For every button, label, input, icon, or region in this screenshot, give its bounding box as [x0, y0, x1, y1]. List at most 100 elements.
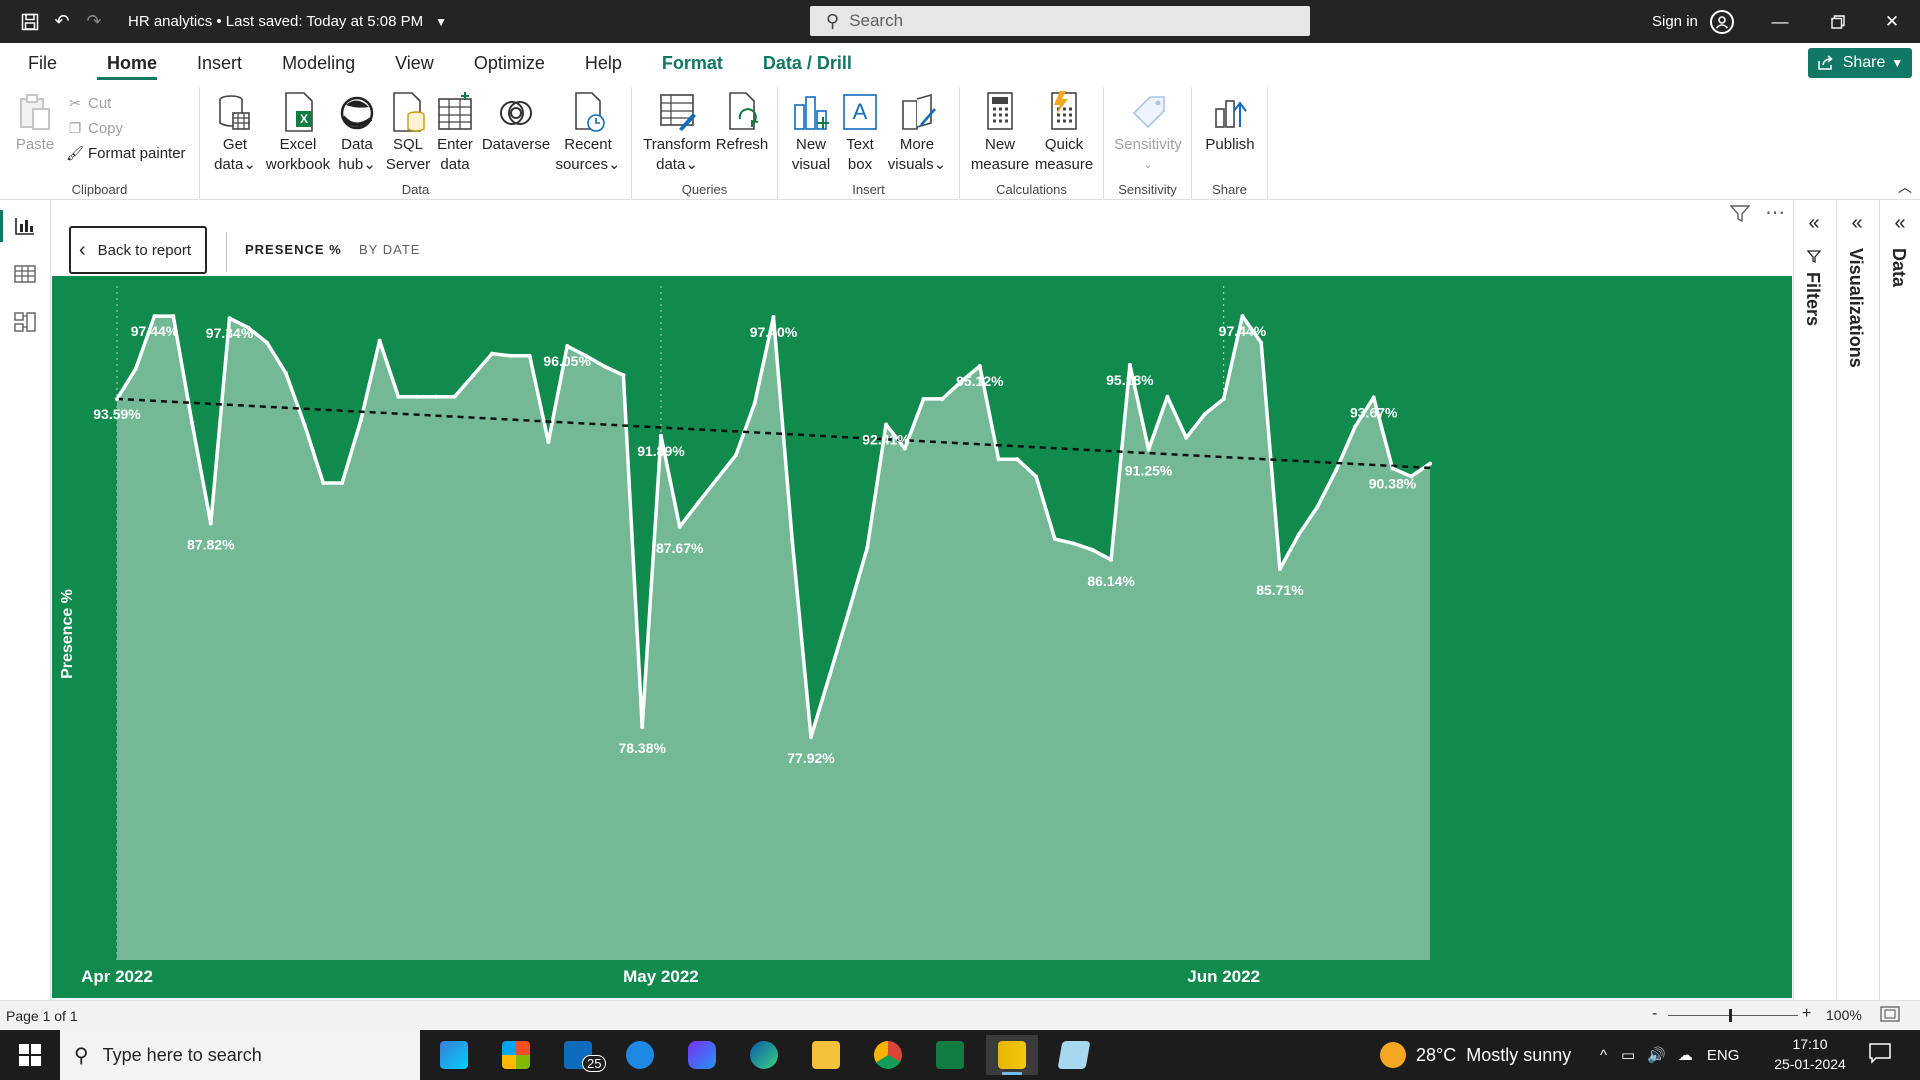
data-point[interactable]: [340, 480, 345, 485]
taskbar-search-input[interactable]: ⚲ Type here to search: [60, 1030, 420, 1080]
data-point[interactable]: [921, 396, 926, 401]
copy-button[interactable]: ❐ Copy: [66, 120, 123, 137]
data-point[interactable]: [733, 452, 738, 457]
data-point[interactable]: [1127, 362, 1132, 367]
share-button[interactable]: Share ▼: [1808, 48, 1912, 78]
data-point[interactable]: [1371, 395, 1376, 400]
data-point[interactable]: [508, 353, 513, 358]
data-point[interactable]: [358, 418, 363, 423]
text-box-button[interactable]: A Text box: [836, 91, 884, 175]
data-point[interactable]: [1409, 474, 1414, 479]
data-point[interactable]: [283, 371, 288, 376]
data-point[interactable]: [1052, 537, 1057, 542]
data-point[interactable]: [1390, 466, 1395, 471]
chevron-down-icon[interactable]: ▼: [435, 15, 447, 29]
enter-data-button[interactable]: Enter data: [432, 91, 478, 175]
data-point[interactable]: [471, 373, 476, 378]
zoom-slider-thumb[interactable]: [1729, 1009, 1732, 1022]
data-point[interactable]: [1221, 396, 1226, 401]
data-point[interactable]: [771, 314, 776, 319]
weather-widget[interactable]: 28°C Mostly sunny: [1380, 1030, 1571, 1080]
data-point[interactable]: [640, 725, 645, 730]
data-point[interactable]: [658, 433, 663, 438]
data-point[interactable]: [1428, 461, 1432, 466]
data-point[interactable]: [809, 735, 814, 740]
fit-to-page-icon[interactable]: [1880, 1005, 1900, 1026]
data-point[interactable]: [1259, 340, 1264, 345]
report-view-icon[interactable]: [12, 214, 38, 238]
tab-modeling[interactable]: Modeling: [262, 43, 375, 83]
data-point[interactable]: [265, 340, 270, 345]
collapse-ribbon-icon[interactable]: ︿: [1898, 177, 1912, 197]
data-point[interactable]: [115, 397, 119, 402]
data-point[interactable]: [602, 364, 607, 369]
data-point[interactable]: [1352, 424, 1357, 429]
data-point[interactable]: [171, 314, 176, 319]
dataverse-button[interactable]: Dataverse: [480, 91, 552, 155]
tab-insert[interactable]: Insert: [177, 43, 262, 83]
zoom-out-button[interactable]: -: [1652, 1005, 1657, 1023]
data-point[interactable]: [246, 325, 251, 330]
redo-icon[interactable]: ↷: [78, 0, 110, 43]
tab-help[interactable]: Help: [565, 43, 642, 83]
data-point[interactable]: [527, 353, 532, 358]
filter-icon[interactable]: [1729, 205, 1751, 228]
tab-view[interactable]: View: [375, 43, 454, 83]
data-point[interactable]: [827, 672, 832, 677]
search-input[interactable]: ⚲ Search: [810, 6, 1310, 36]
data-point[interactable]: [1034, 474, 1039, 479]
data-point[interactable]: [752, 401, 757, 406]
data-point[interactable]: [1146, 447, 1151, 452]
excel-workbook-button[interactable]: X Excel workbook: [262, 91, 334, 175]
new-visual-button[interactable]: New visual: [786, 91, 836, 175]
data-point[interactable]: [1109, 557, 1114, 562]
data-point[interactable]: [396, 394, 401, 399]
data-point[interactable]: [152, 314, 157, 319]
sql-server-button[interactable]: SQL Server: [384, 91, 432, 175]
refresh-button[interactable]: Refresh: [714, 91, 770, 155]
notification-icon[interactable]: [1868, 1042, 1894, 1068]
taskbar-browser-app[interactable]: [614, 1035, 666, 1075]
cut-button[interactable]: ✂ Cut: [66, 95, 111, 112]
data-point[interactable]: [415, 394, 420, 399]
data-point[interactable]: [1202, 411, 1207, 416]
data-point[interactable]: [190, 420, 195, 425]
zoom-in-button[interactable]: +: [1802, 1005, 1811, 1023]
taskbar-explorer-app[interactable]: [800, 1035, 852, 1075]
data-point[interactable]: [1240, 314, 1245, 319]
chevron-up-icon[interactable]: ^: [1600, 1047, 1607, 1064]
new-measure-button[interactable]: New measure: [970, 91, 1030, 175]
data-point[interactable]: [208, 521, 213, 526]
publish-button[interactable]: Publish: [1198, 91, 1262, 155]
data-hub-button[interactable]: Data hub⌄: [334, 91, 380, 175]
minimize-button[interactable]: —: [1752, 0, 1808, 43]
tab-format[interactable]: Format: [642, 43, 743, 83]
expand-chevron-icon[interactable]: «: [1837, 212, 1877, 235]
data-point[interactable]: [490, 351, 495, 356]
expand-chevron-icon[interactable]: «: [1794, 212, 1834, 235]
transform-data-button[interactable]: Transform data⌄: [642, 91, 712, 175]
data-point[interactable]: [677, 524, 682, 529]
data-point[interactable]: [996, 457, 1001, 462]
format-painter-button[interactable]: 🖌 Format painter: [66, 145, 185, 162]
data-point[interactable]: [959, 379, 964, 384]
data-point[interactable]: [865, 545, 870, 550]
taskbar-excel-app[interactable]: [924, 1035, 976, 1075]
quick-measure-button[interactable]: Quick measure: [1032, 91, 1096, 175]
taskbar-chrome-app[interactable]: [862, 1035, 914, 1075]
data-point[interactable]: [1184, 435, 1189, 440]
undo-icon[interactable]: ↶: [46, 0, 78, 43]
data-point[interactable]: [1334, 468, 1339, 473]
back-to-report-button[interactable]: ‹ Back to report: [69, 226, 207, 274]
battery-icon[interactable]: ▭: [1621, 1046, 1635, 1064]
language-indicator[interactable]: ENG: [1707, 1047, 1740, 1064]
data-point[interactable]: [546, 440, 551, 445]
visualizations-pane-collapsed[interactable]: « Visualizations: [1836, 200, 1876, 1000]
more-options-icon[interactable]: ⋯: [1765, 200, 1786, 225]
tab-home[interactable]: Home: [77, 43, 177, 83]
data-point[interactable]: [884, 422, 889, 427]
zoom-slider-track[interactable]: [1668, 1015, 1798, 1016]
expand-chevron-icon[interactable]: «: [1880, 212, 1920, 235]
taskbar-notepad-app[interactable]: [1048, 1035, 1100, 1075]
data-point[interactable]: [583, 353, 588, 358]
